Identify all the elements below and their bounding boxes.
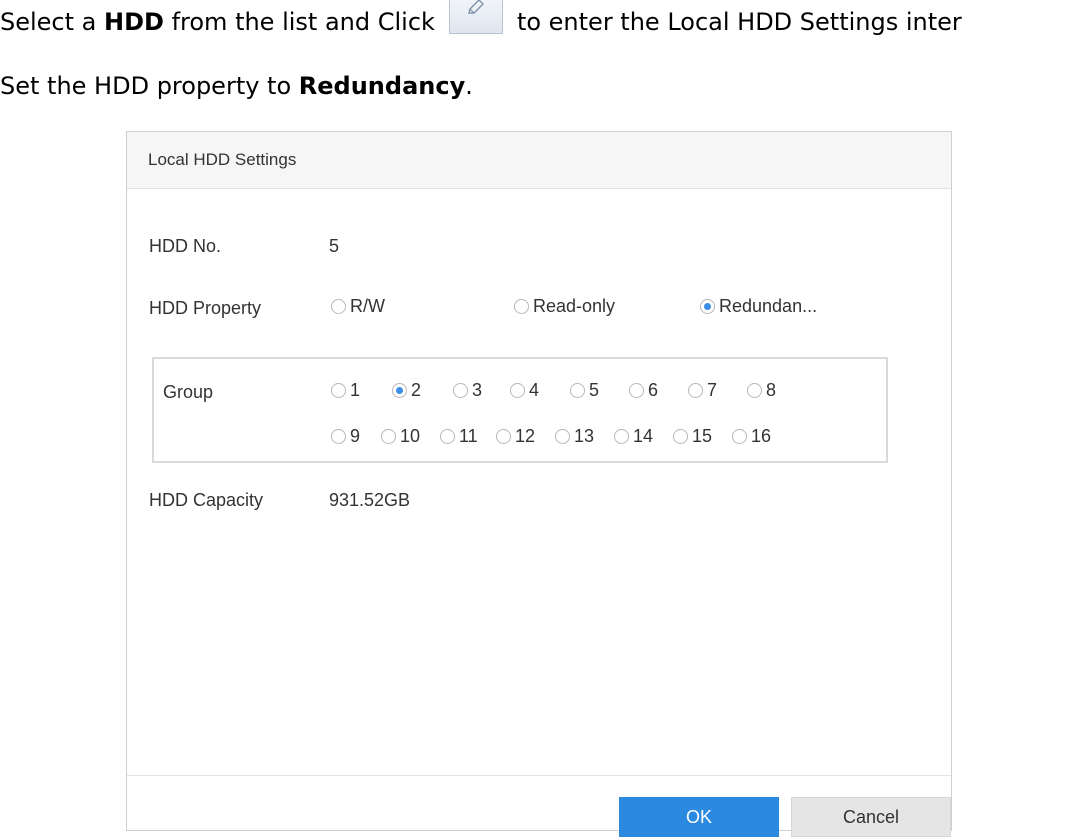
group-radio-label: 3 [472, 380, 483, 400]
group-radio-2[interactable]: 2 [392, 380, 421, 401]
group-radio-15[interactable]: 15 [673, 426, 712, 447]
property-radio-label: Redundan... [719, 296, 818, 316]
property-radio-rw[interactable]: R/W [331, 296, 385, 317]
group-radio-6[interactable]: 6 [629, 380, 658, 401]
hdd-no-label: HDD No. [149, 236, 222, 256]
instruction-bold: HDD [104, 8, 164, 36]
group-radio-label: 12 [515, 426, 536, 446]
hdd-capacity-label: HDD Capacity [149, 490, 264, 510]
group-radio-label: 15 [692, 426, 713, 446]
radio-circle [555, 429, 570, 444]
group-radio-label: 10 [400, 426, 421, 446]
group-radio-7[interactable]: 7 [688, 380, 717, 401]
group-radio-label: 6 [648, 380, 659, 400]
group-radio-label: 13 [574, 426, 595, 446]
group-radio-8[interactable]: 8 [747, 380, 776, 401]
property-radio-label: Read-only [533, 296, 616, 316]
radio-circle [514, 299, 529, 314]
group-radio-16[interactable]: 16 [732, 426, 771, 447]
radio-circle [747, 383, 762, 398]
property-radio-label: R/W [350, 296, 385, 316]
group-radio-10[interactable]: 10 [381, 426, 420, 447]
group-radio-label: 4 [529, 380, 540, 400]
group-radio-label: 14 [633, 426, 654, 446]
group-radio-label: 8 [766, 380, 777, 400]
group-radio-label: 1 [350, 380, 361, 400]
group-radio-1[interactable]: 1 [331, 380, 360, 401]
radio-circle [688, 383, 703, 398]
cancel-button[interactable]: Cancel [791, 797, 951, 837]
radio-circle [331, 299, 346, 314]
group-radio-label: 7 [707, 380, 718, 400]
hdd-property-label: HDD Property [149, 298, 262, 318]
group-radio-14[interactable]: 14 [614, 426, 653, 447]
instruction-bold: Redundancy [298, 72, 466, 100]
group-radio-9[interactable]: 9 [331, 426, 360, 447]
instruction-line-1: Select a HDD from the list and Click to e… [0, 0, 962, 36]
radio-circle [732, 429, 747, 444]
dialog-title: Local HDD Settings [148, 150, 297, 169]
group-radio-12[interactable]: 12 [496, 426, 535, 447]
local-hdd-settings-dialog: Local HDD Settings HDD No. 5 HDD Propert… [126, 131, 952, 837]
group-radio-3[interactable]: 3 [453, 380, 482, 401]
radio-circle [331, 429, 346, 444]
radio-circle [629, 383, 644, 398]
hdd-no-value: 5 [329, 236, 340, 256]
ok-button[interactable]: OK [619, 797, 779, 837]
group-radio-label: 16 [751, 426, 772, 446]
group-radio-11[interactable]: 11 [440, 426, 478, 447]
group-radio-label: 5 [589, 380, 600, 400]
instruction-text: . [465, 72, 473, 100]
group-radio-5[interactable]: 5 [570, 380, 599, 401]
property-radio-redundancy[interactable]: Redundan... [700, 296, 817, 317]
instruction-text: Set the HDD property to [0, 72, 299, 100]
edit-icon [448, 0, 503, 34]
instruction-line-2: Set the HDD property to Redundancy. [0, 72, 473, 100]
property-radio-read-only[interactable]: Read-only [514, 296, 615, 317]
radio-circle [440, 429, 455, 444]
instruction-text: to enter the Local HDD Settings inter [516, 8, 962, 36]
group-radio-13[interactable]: 13 [555, 426, 594, 447]
radio-circle [496, 429, 511, 444]
group-radio-label: 2 [411, 380, 422, 400]
group-radio-4[interactable]: 4 [510, 380, 539, 401]
group-label: Group [163, 382, 214, 402]
footer-divider [127, 775, 951, 776]
radio-circle [331, 383, 346, 398]
radio-circle [673, 429, 688, 444]
hdd-capacity-value: 931.52GB [329, 490, 411, 510]
radio-circle [392, 383, 407, 398]
radio-circle [614, 429, 629, 444]
instruction-text: from the list and Click [163, 8, 435, 36]
dialog-header: Local HDD Settings [127, 132, 951, 189]
group-box [152, 357, 888, 463]
radio-circle [700, 299, 715, 314]
radio-circle [510, 383, 525, 398]
radio-circle [570, 383, 585, 398]
instruction-text: Select a [0, 8, 105, 36]
radio-circle [381, 429, 396, 444]
group-radio-label: 11 [459, 426, 478, 446]
radio-circle [453, 383, 468, 398]
group-radio-label: 9 [350, 426, 361, 446]
